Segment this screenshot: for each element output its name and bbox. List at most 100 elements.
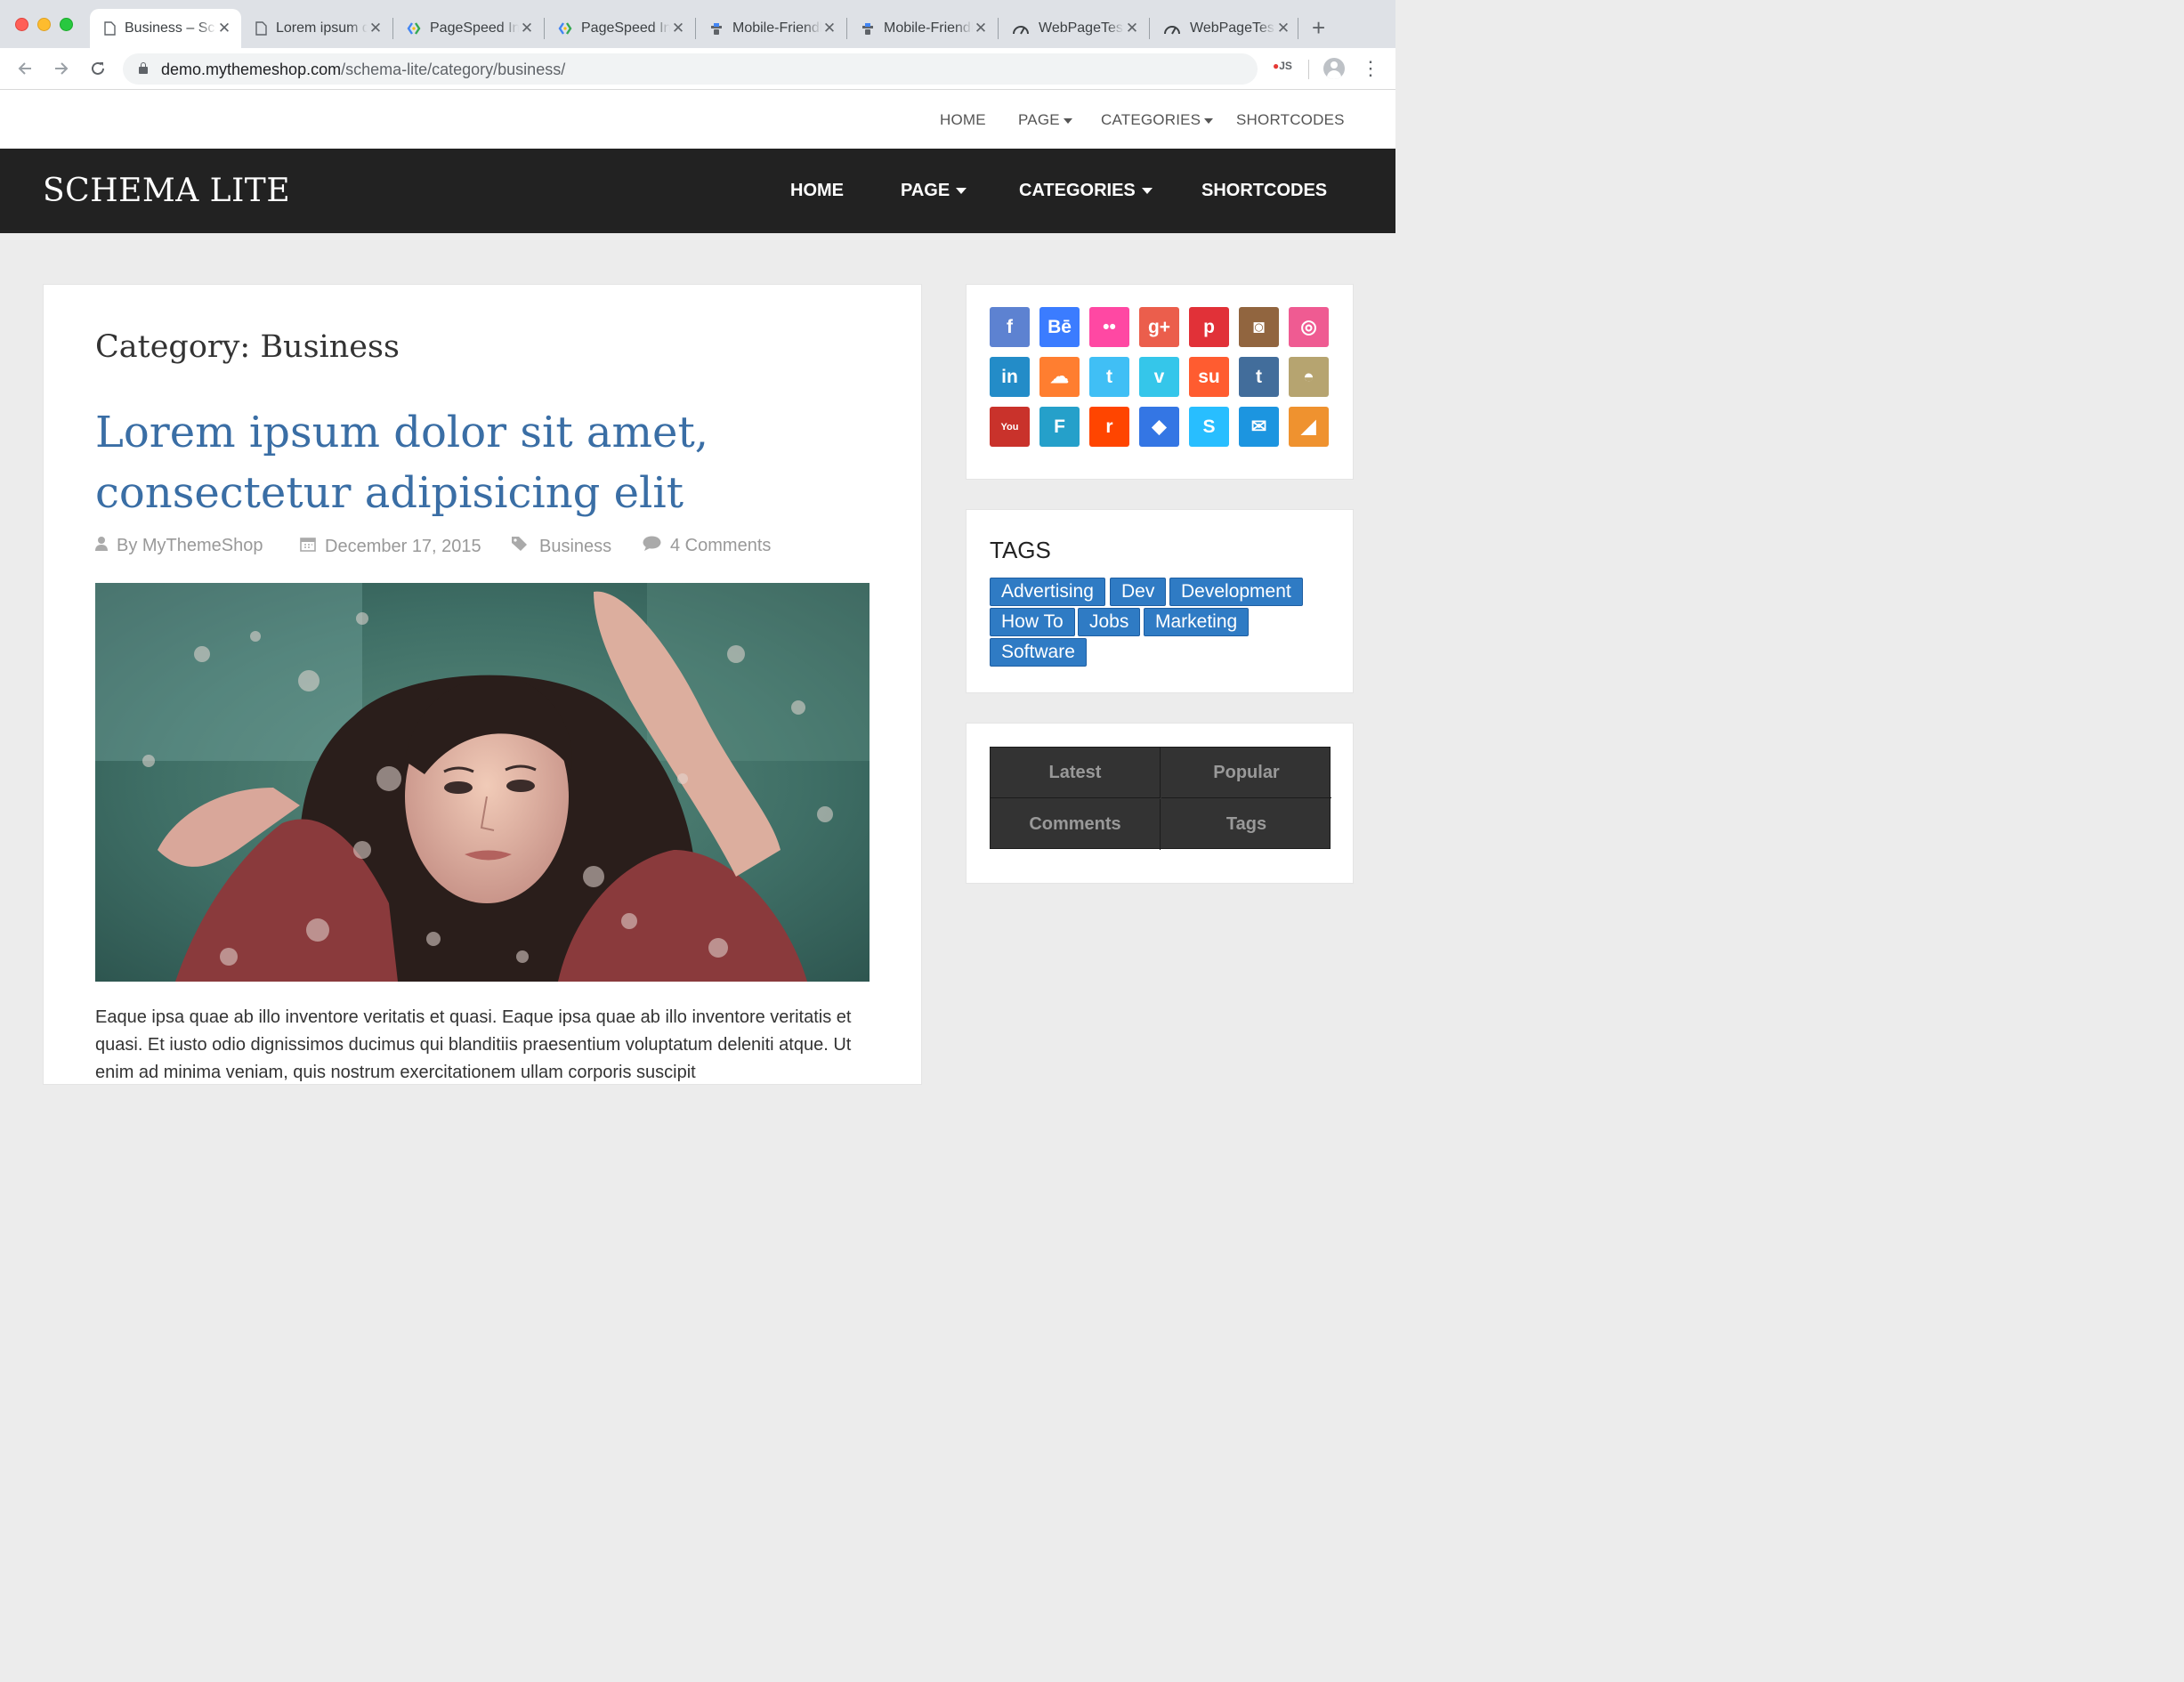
tab-popular[interactable]: Popular [1161, 748, 1331, 798]
tab-close-icon[interactable]: ✕ [1275, 20, 1291, 37]
rss-icon[interactable]: ◢ [1289, 407, 1329, 447]
new-tab-button[interactable]: + [1312, 14, 1325, 41]
mainnav-home[interactable]: HOME [790, 181, 844, 201]
site-header: SCHEMA LITE HOME PAGE CATEGORIES SHORTCO… [0, 149, 1395, 233]
tab-title: Mobile-Friendly Test [732, 20, 821, 36]
tab-close-icon[interactable]: ✕ [670, 20, 686, 37]
post-comments[interactable]: 4 Comments [643, 536, 771, 556]
post-title[interactable]: Lorem ipsum dolor sit amet, consectetur … [95, 402, 772, 523]
tab-title: WebPageTest [1190, 20, 1275, 36]
browser-tab[interactable]: PageSpeed Insights ✕ [544, 9, 695, 48]
tag-how-to[interactable]: How To [990, 608, 1075, 636]
browser-tab[interactable]: Mobile-Friendly Test ✕ [846, 9, 998, 48]
browser-tab[interactable]: Lorem ipsum dolor sit amet ✕ [241, 9, 392, 48]
forward-button[interactable] [48, 55, 75, 82]
mainnav-categories-label: CATEGORIES [1019, 181, 1136, 200]
tag-development[interactable]: Development [1169, 578, 1303, 606]
email-icon[interactable]: ✉ [1239, 407, 1279, 447]
facebook-icon[interactable]: f [990, 307, 1030, 347]
mainnav-home-label: HOME [790, 181, 844, 200]
tumblr-icon[interactable]: t [1239, 357, 1279, 397]
topnav-categories-label: CATEGORIES [1101, 111, 1201, 128]
post-author[interactable]: By MyThemeShop [95, 536, 263, 556]
browser-tab[interactable]: WebPageTest ✕ [998, 9, 1149, 48]
mainnav-categories[interactable]: CATEGORIES [1019, 181, 1153, 201]
soundcloud-icon[interactable]: ☁ [1039, 357, 1080, 397]
mainnav-shortcodes[interactable]: SHORTCODES [1201, 181, 1327, 201]
browser-tab[interactable]: PageSpeed Insights ✕ [392, 9, 544, 48]
tab-close-icon[interactable]: ✕ [821, 20, 837, 37]
tab-close-icon[interactable]: ✕ [216, 20, 232, 37]
skype-icon[interactable]: S [1189, 407, 1229, 447]
browser-tab[interactable]: Mobile-Friendly Test ✕ [695, 9, 846, 48]
site-logo[interactable]: SCHEMA LITE [43, 173, 290, 209]
flickr-icon[interactable]: •• [1089, 307, 1129, 347]
topnav-shortcodes[interactable]: SHORTCODES [1236, 111, 1345, 129]
tag-marketing[interactable]: Marketing [1144, 608, 1250, 636]
tab-close-icon[interactable]: ✕ [519, 20, 535, 37]
address-bar[interactable]: demo.mythemeshop.com/schema-lite/categor… [123, 53, 1258, 85]
tab-comments[interactable]: Comments [991, 799, 1161, 850]
tag-advertising[interactable]: Advertising [990, 578, 1105, 606]
lock-icon [139, 62, 148, 74]
instagram-icon[interactable]: ◙ [1239, 307, 1279, 347]
vimeo-icon[interactable]: v [1139, 357, 1179, 397]
github-icon[interactable]: ◓ [1289, 357, 1329, 397]
tab-title: Business – Schema Lite [125, 20, 216, 36]
topnav-categories[interactable]: CATEGORIES [1101, 111, 1214, 129]
tab-title: WebPageTest [1039, 20, 1124, 36]
tab-latest[interactable]: Latest [991, 748, 1161, 798]
back-button[interactable] [12, 55, 38, 82]
reddit-icon[interactable]: r [1089, 407, 1129, 447]
pagespeed-icon [558, 22, 572, 35]
featured-image-graphic [95, 583, 870, 982]
post-date: December 17, 2015 [300, 536, 481, 557]
post-comments-label: 4 Comments [670, 536, 772, 555]
featured-image[interactable] [95, 583, 870, 982]
browser-tab-active[interactable]: Business – Schema Lite ✕ [90, 9, 241, 48]
google-plus-icon[interactable]: g+ [1139, 307, 1179, 347]
tab-title: PageSpeed Insights [581, 20, 670, 36]
page-icon [255, 21, 267, 36]
caret-down-icon [1063, 117, 1072, 124]
tab-title: Lorem ipsum dolor sit amet [276, 20, 368, 36]
tab-close-icon[interactable]: ✕ [1124, 20, 1140, 37]
tab-close-icon[interactable]: ✕ [368, 20, 384, 37]
tag-dev[interactable]: Dev [1110, 578, 1167, 606]
twitter-icon[interactable]: t [1089, 357, 1129, 397]
stumbleupon-icon[interactable]: su [1189, 357, 1229, 397]
dropbox-icon[interactable]: ◆ [1139, 407, 1179, 447]
youtube-icon[interactable]: You [990, 407, 1030, 447]
tab-close-icon[interactable]: ✕ [973, 20, 989, 37]
reload-button[interactable] [85, 55, 111, 82]
dribbble-icon[interactable]: ◎ [1289, 307, 1329, 347]
arrow-right-icon [55, 62, 69, 75]
window-minimize-button[interactable] [37, 18, 51, 31]
tabs-grid: Latest Popular Comments Tags [990, 747, 1331, 850]
tag-software[interactable]: Software [990, 638, 1087, 667]
tag-jobs[interactable]: Jobs [1078, 608, 1141, 636]
foursquare-icon[interactable]: F [1039, 407, 1080, 447]
url-text[interactable]: demo.mythemeshop.com/schema-lite/categor… [161, 61, 565, 79]
tags-widget-title: TAGS [990, 537, 1051, 563]
linkedin-icon[interactable]: in [990, 357, 1030, 397]
topnav-home[interactable]: HOME [940, 111, 986, 129]
post-category[interactable]: Business [511, 536, 611, 557]
comment-icon [643, 536, 661, 551]
tags-icon [512, 537, 527, 551]
browser-tab[interactable]: WebPageTest ✕ [1149, 9, 1300, 48]
behance-icon[interactable]: Bē [1039, 307, 1080, 347]
window-close-button[interactable] [15, 18, 28, 31]
mainnav-page[interactable]: PAGE [901, 181, 967, 201]
gauge-icon [1164, 26, 1180, 35]
pinterest-icon[interactable]: p [1189, 307, 1229, 347]
mobile-friendly-icon [711, 23, 722, 35]
extension-icon[interactable]: ●JS [1273, 60, 1292, 72]
more-menu-icon[interactable]: ⋮ [1361, 55, 1380, 82]
calendar-icon [300, 538, 316, 552]
topnav-page[interactable]: PAGE [1018, 111, 1072, 129]
window-zoom-button[interactable] [60, 18, 73, 31]
tab-tags[interactable]: Tags [1161, 799, 1331, 850]
profile-avatar-icon[interactable] [1323, 58, 1345, 79]
user-icon [95, 537, 108, 551]
